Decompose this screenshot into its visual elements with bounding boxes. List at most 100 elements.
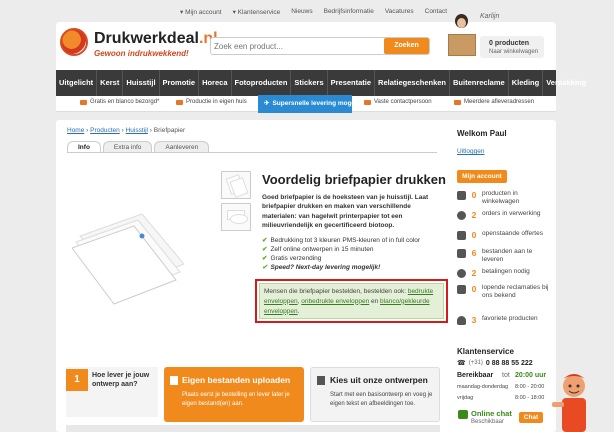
- document-icon: [457, 231, 466, 240]
- nav-item-relatiegeschenken[interactable]: Relatiegeschenken: [375, 70, 450, 96]
- stat-cart[interactable]: 0 producten in winkelwagen: [457, 190, 552, 207]
- product-thumbnail-1[interactable]: [221, 171, 251, 199]
- tab-info[interactable]: Info: [67, 141, 101, 152]
- available-to: tot: [502, 372, 510, 379]
- main-category-nav: Uitgelicht Kerst Huisstijl Promotie Hore…: [56, 70, 586, 96]
- alert-icon: [457, 285, 466, 294]
- design-icon: [317, 376, 325, 385]
- tab-divider: [67, 152, 437, 153]
- nav-item-horeca[interactable]: Horeca: [199, 70, 232, 96]
- nav-item-promotie[interactable]: Promotie: [160, 70, 200, 96]
- product-image[interactable]: [72, 196, 190, 306]
- bottom-section-strip: [66, 425, 440, 432]
- breadcrumb: Home › Producten › Huisstijl › Briefpapi…: [67, 127, 186, 134]
- nav-item-kerst[interactable]: Kerst: [97, 70, 124, 96]
- feature-item: ✔ Speed? Next-day levering mogelijk!: [262, 264, 381, 272]
- usp-own-production[interactable]: Productie in eigen huis: [176, 99, 247, 105]
- cart-icon: [457, 191, 466, 200]
- tab-extra-info[interactable]: Extra info: [102, 141, 153, 152]
- top-nav-news[interactable]: Nieuws: [291, 8, 312, 18]
- cross-sell-notice: Mensen die briefpapier bestelden, bestel…: [259, 283, 444, 319]
- search-input[interactable]: [214, 39, 382, 53]
- hours-friday-label: vrijdag: [457, 395, 474, 401]
- product-feature-list: ✔ Bedrukking tot 3 kleuren PMS-kleuren of…: [262, 236, 447, 272]
- upload-icon: [170, 376, 178, 385]
- welcome-heading: Welkom Paul: [457, 129, 507, 138]
- breadcrumb-current: Briefpapier: [153, 127, 186, 134]
- nav-item-stickers[interactable]: Stickers: [291, 70, 328, 96]
- product-tabs: Info Extra info Aanleveren: [67, 141, 210, 152]
- nav-item-presentatie[interactable]: Presentatie: [328, 70, 376, 96]
- stat-files[interactable]: 6 bestanden aan te leveren: [457, 248, 552, 265]
- customer-service-phone[interactable]: ☎ (+31) 0 88 88 55 222: [457, 359, 533, 368]
- choose-card-title: Kies uit onze ontwerpen: [330, 375, 428, 385]
- mascot-illustration: [552, 374, 586, 432]
- link-onbedrukte-enveloppen[interactable]: onbedrukte enveloppen: [301, 298, 369, 305]
- breadcrumb-home[interactable]: Home: [67, 127, 84, 134]
- nav-item-verpakking[interactable]: Verpakking: [543, 70, 589, 96]
- product-intro: Goed briefpapier is de hoeksteen van je …: [262, 194, 429, 230]
- person-icon: [364, 99, 371, 105]
- top-nav-customer-service[interactable]: ▾ Klantenservice: [233, 8, 281, 18]
- hours-weekdays-time: 8:00 - 20:00: [515, 384, 545, 390]
- stat-orders[interactable]: 2 orders in verwerking: [457, 210, 552, 221]
- top-utility-nav: ▾ Mijn account ▾ Klantenservice Nieuws B…: [180, 8, 447, 18]
- check-icon: ✔: [262, 255, 268, 263]
- chat-button[interactable]: Chat: [519, 412, 543, 423]
- assistant-photo: [446, 10, 476, 68]
- feature-item: ✔ Gratis verzending: [262, 255, 322, 263]
- top-nav-my-account[interactable]: ▾ Mijn account: [180, 8, 222, 18]
- heart-icon: [457, 316, 466, 325]
- top-nav-vacancies[interactable]: Vacatures: [385, 8, 414, 18]
- address-icon: [454, 99, 461, 105]
- customer-service-title: Klantenservice: [457, 347, 514, 356]
- my-account-button[interactable]: Mijn account: [457, 170, 507, 183]
- chat-title: Online chat: [471, 409, 512, 418]
- stat-complaints[interactable]: 0 lopende reclamaties bij ons bekend: [457, 284, 552, 301]
- nav-item-kleding[interactable]: Kleding: [509, 70, 544, 96]
- logout-link[interactable]: Uitloggen: [457, 148, 484, 155]
- nav-item-uitgelicht[interactable]: Uitgelicht: [56, 70, 98, 96]
- cart-count: 0 producten: [489, 40, 530, 47]
- breadcrumb-huisstijl[interactable]: Huisstijl: [126, 127, 148, 134]
- upload-card-title: Eigen bestanden uploaden: [182, 375, 291, 385]
- top-nav-contact[interactable]: Contact: [425, 8, 447, 18]
- stat-quotes[interactable]: 0 openstaande offertes: [457, 230, 552, 241]
- usp-free-delivery[interactable]: Gratis en blanco bezorgd*: [80, 99, 159, 105]
- breadcrumb-producten[interactable]: Producten: [90, 127, 120, 134]
- available-label: Bereikbaar: [457, 372, 494, 379]
- hours-friday-time: 8:00 - 18:00: [515, 395, 545, 401]
- cart-link[interactable]: Naar winkelwagen: [489, 49, 538, 55]
- rocket-icon: ✈: [264, 100, 270, 107]
- nav-item-fotoproducten[interactable]: Fotoproducten: [232, 70, 292, 96]
- bars-icon: [457, 249, 466, 258]
- usp-fast-delivery: ✈ Supersnelle levering mogelijk: [264, 99, 365, 108]
- feature-item: ✔ Bedrukking tot 3 kleuren PMS-kleuren of…: [262, 237, 421, 244]
- search-button[interactable]: Zoeken: [384, 38, 429, 54]
- available-time: 20:00 uur: [515, 372, 547, 379]
- clock-icon: [457, 211, 466, 220]
- logo-tagline: Gewoon indrukwekkend!: [94, 49, 189, 58]
- check-icon: ✔: [262, 246, 268, 254]
- check-icon: ✔: [262, 264, 268, 272]
- product-thumbnail-2[interactable]: [221, 203, 251, 231]
- nav-item-buitenreclame[interactable]: Buitenreclame: [450, 70, 509, 96]
- usp-contact-person[interactable]: Vaste contactpersoon: [364, 99, 432, 105]
- check-icon: ✔: [262, 237, 268, 244]
- chat-status: Beschikbaar: [471, 419, 505, 425]
- nav-item-huisstijl[interactable]: Huisstijl: [123, 70, 160, 96]
- stat-payments[interactable]: 2 betalingen nodig: [457, 268, 552, 279]
- factory-icon: [176, 99, 183, 105]
- top-nav-company-info[interactable]: Bedrijfsinformatie: [324, 8, 374, 18]
- stat-favorites[interactable]: 3 favoriete producten: [457, 315, 572, 326]
- feature-item: ✔ Zelf online ontwerpen in 15 minuten: [262, 246, 374, 254]
- truck-icon: [80, 99, 87, 105]
- logo-icon[interactable]: [60, 28, 88, 56]
- upload-card-text: Plaats eerst je bestelling en lever late…: [182, 392, 290, 407]
- hours-weekdays-label: maandag-donderdag: [457, 384, 509, 390]
- usp-multiple-addresses[interactable]: Meerdere afleveradressen: [454, 99, 534, 105]
- logo-wordmark[interactable]: Drukwerkdeal.nl: [94, 30, 218, 48]
- tab-aanleveren[interactable]: Aanleveren: [154, 141, 210, 152]
- assistant-name: Karlijn: [480, 13, 500, 20]
- howto-step-number: 1: [66, 369, 88, 391]
